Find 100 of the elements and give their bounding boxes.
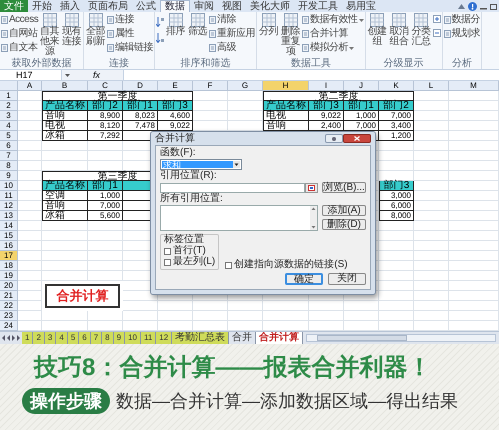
sheet-cell[interactable] [449, 121, 499, 131]
sheet-cell[interactable] [414, 231, 449, 241]
sheet-cell[interactable] [379, 301, 414, 311]
delete-button[interactable]: 删除(D) [322, 219, 366, 230]
sheet-cell[interactable] [88, 251, 123, 261]
ribbon-button[interactable]: 数据分 [444, 13, 480, 27]
sheet-cell[interactable] [88, 271, 123, 281]
sheet-nav-button[interactable] [12, 335, 15, 341]
ribbon-button[interactable]: 清除 [209, 13, 256, 27]
checkbox[interactable]: 创建指向源数据的链接(S) [225, 260, 348, 270]
row-header[interactable]: 10 [0, 181, 18, 191]
sheet-cell[interactable] [379, 251, 414, 261]
sheet-cell[interactable] [414, 291, 449, 301]
checkbox[interactable]: 最左列(L) [164, 257, 216, 267]
sheet-cell[interactable] [449, 191, 499, 201]
row-header[interactable]: 1 [0, 91, 18, 101]
ribbon-tab[interactable]: 数据 [160, 0, 190, 12]
sheet-cell[interactable] [18, 261, 42, 271]
sheet-cell[interactable] [18, 151, 42, 161]
sheet-cell[interactable] [193, 301, 228, 311]
ribbon-tab[interactable]: 美化大师 [246, 0, 294, 12]
sheet-cell[interactable] [379, 261, 414, 271]
sheet-tab[interactable]: 6 [79, 332, 91, 344]
ribbon-button[interactable]: 删除重复项 [280, 13, 302, 57]
sheet-cell[interactable] [88, 151, 123, 161]
ribbon-tab[interactable]: 开发工具 [294, 0, 342, 12]
ribbon-button[interactable]: 自文本 [1, 41, 38, 55]
reference-field[interactable] [160, 182, 305, 192]
row-header[interactable]: 17 [0, 251, 18, 261]
sheet-tab[interactable]: 8 [102, 332, 114, 344]
sheet-cell[interactable] [158, 311, 193, 321]
sheet-cell[interactable] [414, 251, 449, 261]
sheet-cell[interactable] [309, 311, 344, 321]
sheet-cell[interactable] [18, 141, 42, 151]
sheet-tab[interactable]: 4 [56, 332, 68, 344]
sheet-cell[interactable] [18, 241, 42, 251]
sheet-cell[interactable] [449, 211, 499, 221]
select-all-corner[interactable] [0, 81, 18, 91]
sheet-cell[interactable] [379, 241, 414, 251]
sheet-tab[interactable]: 10 [125, 332, 141, 344]
sheet-cell[interactable] [263, 311, 309, 321]
column-header[interactable]: E [158, 81, 193, 91]
ribbon-tab[interactable]: 页面布局 [84, 0, 132, 12]
sheet-cell[interactable] [379, 161, 414, 171]
sheet-cell[interactable] [379, 271, 414, 281]
sheet-cell[interactable] [18, 221, 42, 231]
row-header[interactable]: 9 [0, 171, 18, 181]
row-header[interactable]: 2 [0, 101, 18, 111]
sheet-cell[interactable] [449, 131, 499, 141]
function-button[interactable]: fx [73, 70, 120, 80]
ribbon-button[interactable]: 筛选 [187, 13, 208, 37]
sheet-cell[interactable] [414, 241, 449, 251]
sheet-cell[interactable] [18, 271, 42, 281]
sheet-cell[interactable] [449, 251, 499, 261]
ribbon-button[interactable]: 属性 [107, 27, 154, 41]
sheet-cell[interactable] [449, 171, 499, 181]
sheet-cell[interactable] [123, 301, 158, 311]
checkbox[interactable]: 首行(T) [164, 246, 216, 256]
row-header[interactable]: 18 [0, 261, 18, 271]
dialog-button[interactable]: 确定 [285, 273, 323, 285]
sheet-cell[interactable] [42, 311, 88, 321]
ribbon-tab[interactable]: 审阅 [190, 0, 218, 12]
sheet-tab[interactable]: 11 [140, 332, 156, 344]
row-header[interactable]: 20 [0, 281, 18, 291]
sheet-cell[interactable] [449, 281, 499, 291]
column-header[interactable]: B [42, 81, 88, 91]
ribbon-button[interactable]: 连接 [107, 13, 154, 27]
collapse-button[interactable] [305, 182, 318, 192]
column-header[interactable]: I [309, 81, 344, 91]
ribbon-tab[interactable]: 易用宝 [342, 0, 380, 12]
column-header[interactable]: A [18, 81, 42, 91]
sheet-cell[interactable] [88, 241, 123, 251]
sheet-cell[interactable] [42, 271, 88, 281]
ribbon-button[interactable]: 规划求 [444, 27, 480, 41]
ribbon-button[interactable]: 分类汇总 [410, 13, 432, 47]
ribbon-button[interactable]: 现有连接 [61, 13, 82, 47]
sheet-cell[interactable] [42, 241, 88, 251]
horizontal-scrollbar[interactable] [306, 334, 496, 342]
sheet-cell[interactable] [18, 311, 42, 321]
sheet-cell[interactable] [309, 301, 344, 311]
sheet-tab[interactable]: 3 [44, 332, 56, 344]
sheet-cell[interactable] [344, 311, 379, 321]
sheet-cell[interactable] [449, 141, 499, 151]
column-header[interactable]: K [379, 81, 414, 91]
ribbon-button[interactable]: 编辑链接 [107, 41, 154, 55]
row-header[interactable]: 15 [0, 231, 18, 241]
row-header[interactable]: 3 [0, 111, 18, 121]
browse-button[interactable]: 浏览(B)... [322, 182, 366, 193]
sheet-cell[interactable] [42, 151, 88, 161]
sheet-tab[interactable]: 7 [90, 332, 102, 344]
sheet-cell[interactable] [379, 231, 414, 241]
sheet-cell[interactable] [228, 301, 263, 311]
row-header[interactable]: 11 [0, 191, 18, 201]
help-button[interactable] [325, 134, 343, 143]
row-header[interactable]: 6 [0, 141, 18, 151]
row-header[interactable]: 14 [0, 221, 18, 231]
sheet-cell[interactable] [379, 281, 414, 291]
sheet-tab[interactable]: 5 [68, 332, 80, 344]
ribbon-button[interactable]: Access [1, 13, 38, 27]
sheet-cell[interactable] [449, 151, 499, 161]
